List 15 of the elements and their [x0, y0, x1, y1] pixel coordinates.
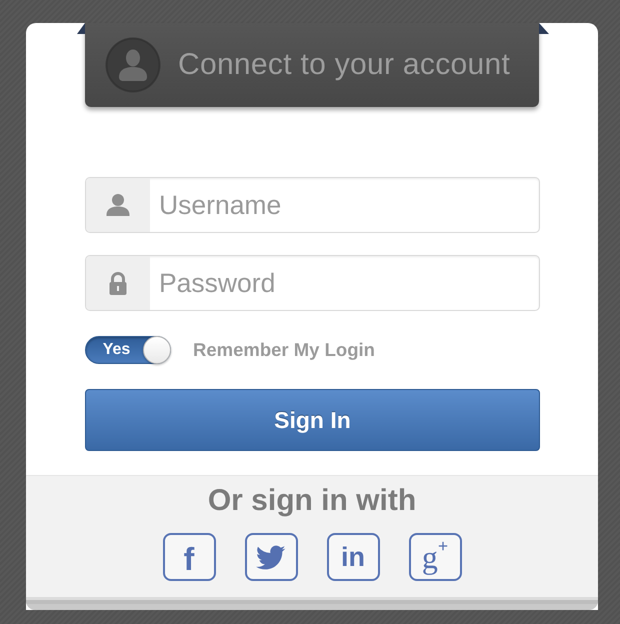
social-login-button[interactable]: [244, 533, 298, 581]
social-login-button[interactable]: f: [162, 533, 216, 581]
remember-label: Remember My Login: [193, 338, 375, 362]
social-heading: Or sign in with: [208, 484, 416, 518]
social-login-button[interactable]: in: [326, 533, 380, 581]
social-login-button[interactable]: g$^{+}$: [408, 533, 462, 581]
avatar-icon: [105, 37, 161, 93]
person-icon: [86, 178, 150, 232]
ribbon-fold: [77, 23, 85, 34]
sign-in-button[interactable]: Sign In: [85, 389, 540, 451]
ribbon-fold: [539, 23, 549, 34]
toggle-switch[interactable]: Yes: [85, 336, 171, 364]
header-title: Connect to your account: [178, 48, 510, 82]
bird-icon: [256, 544, 286, 570]
lock-icon: [86, 256, 150, 310]
